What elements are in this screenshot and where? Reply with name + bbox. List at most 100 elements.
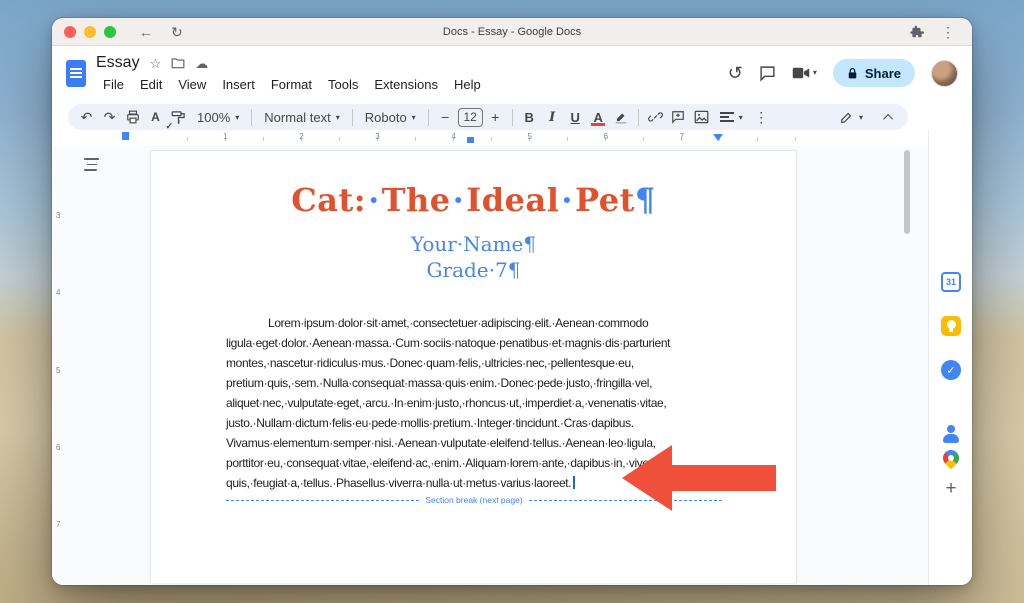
- titlebar: ← ↻ Docs - Essay - Google Docs ⋮: [52, 18, 972, 46]
- more-tools-icon[interactable]: ⋮: [751, 106, 772, 128]
- text-color-button[interactable]: A: [588, 106, 609, 128]
- ruler-number: 3: [375, 132, 379, 141]
- keep-icon[interactable]: [941, 316, 961, 336]
- title-word: Cat:: [291, 181, 366, 219]
- ruler-number: 7: [680, 132, 684, 141]
- menu-insert[interactable]: Insert: [215, 76, 262, 93]
- account-avatar[interactable]: [931, 60, 958, 87]
- share-button[interactable]: Share: [833, 59, 915, 87]
- font-size-input[interactable]: 12: [458, 108, 483, 127]
- chevron-down-icon: ▾: [813, 69, 817, 77]
- document-page[interactable]: Cat:·The·Ideal·Pet¶ Your·Name¶ Grade·7¶ …: [150, 150, 797, 583]
- menu-bar: FileEditViewInsertFormatToolsExtensionsH…: [96, 74, 488, 94]
- move-folder-icon[interactable]: [171, 57, 185, 69]
- ruler-right-indent-marker[interactable]: [713, 134, 723, 141]
- spellcheck-icon[interactable]: A✓: [145, 106, 166, 128]
- title-word: Ideal: [466, 181, 559, 219]
- space-mark: ·: [559, 181, 575, 219]
- align-select[interactable]: ▾: [714, 112, 749, 122]
- ruler-number: 2: [299, 132, 303, 141]
- section-break-dash: [226, 500, 419, 501]
- menu-edit[interactable]: Edit: [133, 76, 169, 93]
- menu-view[interactable]: View: [171, 76, 213, 93]
- meet-video-call-button[interactable]: ▾: [792, 66, 817, 80]
- ruler-number: 5: [56, 366, 60, 375]
- insert-link-icon[interactable]: [645, 106, 666, 128]
- align-left-icon: [720, 112, 734, 122]
- ruler-margin-marker[interactable]: [122, 132, 129, 140]
- pilcrow-mark: ¶: [635, 181, 656, 219]
- zoom-select[interactable]: 100%▾: [191, 110, 245, 125]
- extensions-puzzle-icon[interactable]: [910, 25, 924, 39]
- body-line: montes,·nascetur·ridiculus·mus.·Donec·qu…: [226, 353, 722, 373]
- ruler-tab-stop-marker[interactable]: [467, 137, 474, 143]
- horizontal-ruler[interactable]: 1 2 3 4 5 6 7: [52, 130, 928, 146]
- cloud-status-icon[interactable]: ☁: [195, 57, 208, 70]
- text-cursor: [573, 476, 575, 489]
- title-word: Pet: [575, 181, 635, 219]
- bold-button[interactable]: B: [519, 106, 540, 128]
- window-title: Docs - Essay - Google Docs: [52, 26, 972, 38]
- insert-image-icon[interactable]: [691, 106, 712, 128]
- maps-icon[interactable]: [941, 448, 961, 468]
- menu-extensions[interactable]: Extensions: [367, 76, 445, 93]
- highlight-color-icon[interactable]: [611, 106, 632, 128]
- print-icon[interactable]: [122, 106, 143, 128]
- collapse-menus-button[interactable]: [879, 106, 900, 128]
- chevron-up-icon: [883, 113, 893, 123]
- decrease-font-size-button[interactable]: −: [435, 106, 456, 128]
- ruler-number: 1: [223, 132, 227, 141]
- docs-header: Essay ☆ ☁ FileEditViewInsertFormatToolsE…: [52, 46, 972, 100]
- editing-mode-select[interactable]: ▾: [834, 110, 869, 124]
- share-label: Share: [865, 66, 901, 81]
- menu-tools[interactable]: Tools: [321, 76, 365, 93]
- annotation-arrow: [622, 445, 776, 511]
- section-break-label: Section break (next page): [419, 495, 528, 505]
- document-title[interactable]: Essay: [96, 54, 140, 72]
- toolbar: ↶ ↷ A✓ 100%▾ Normal text▾ Roboto▾ − 12 +…: [68, 104, 908, 130]
- body-line: pretium·quis,·sem.·Nulla·consequat·massa…: [226, 373, 722, 393]
- ruler-number: 3: [56, 211, 60, 220]
- underline-button[interactable]: U: [565, 106, 586, 128]
- space-mark: ·: [366, 181, 382, 219]
- menu-format[interactable]: Format: [264, 76, 319, 93]
- doc-heading: Cat:·The·Ideal·Pet¶: [151, 179, 796, 221]
- tasks-icon[interactable]: ✓: [941, 360, 961, 380]
- menu-help[interactable]: Help: [447, 76, 488, 93]
- redo-icon[interactable]: ↷: [99, 106, 120, 128]
- workspace-side-panel: 31 ✓ + ›: [928, 130, 972, 585]
- doc-byline: Your·Name¶: [151, 231, 796, 257]
- italic-button[interactable]: I: [542, 106, 563, 128]
- paragraph-style-select[interactable]: Normal text▾: [258, 110, 345, 125]
- body-line: aliquet·nec,·vulputate·eget,·arcu.·In·en…: [226, 393, 722, 413]
- pen-icon: [840, 110, 854, 124]
- google-docs-logo-icon[interactable]: [66, 60, 86, 87]
- ruler-number: 6: [56, 443, 60, 452]
- font-select[interactable]: Roboto▾: [359, 110, 422, 125]
- ruler-number: 7: [56, 520, 60, 529]
- body-line: ligula·eget·dolor.·Aenean·massa.·Cum·soc…: [226, 333, 722, 353]
- document-outline-icon[interactable]: [84, 158, 99, 171]
- calendar-icon[interactable]: 31: [941, 272, 961, 292]
- undo-icon[interactable]: ↶: [76, 106, 97, 128]
- ruler-number: 4: [451, 132, 455, 141]
- title-word: The: [382, 181, 451, 219]
- doc-grade: Grade·7¶: [151, 257, 796, 283]
- add-comment-icon[interactable]: [668, 106, 689, 128]
- lock-icon: [847, 67, 858, 80]
- browser-window: ← ↻ Docs - Essay - Google Docs ⋮ Essay ☆…: [52, 18, 972, 585]
- videocam-icon: [792, 66, 810, 80]
- increase-font-size-button[interactable]: +: [485, 106, 506, 128]
- version-history-icon[interactable]: ↺: [728, 64, 743, 82]
- vertical-ruler: 34567: [52, 146, 67, 585]
- contacts-icon[interactable]: [941, 424, 961, 444]
- browser-menu-kebab-icon[interactable]: ⋮: [936, 23, 960, 41]
- ruler-number: 6: [604, 132, 608, 141]
- vertical-scrollbar[interactable]: [904, 150, 910, 234]
- ruler-number: 5: [528, 132, 532, 141]
- comments-icon[interactable]: [759, 65, 776, 82]
- menu-file[interactable]: File: [96, 76, 131, 93]
- space-mark: ·: [451, 181, 467, 219]
- add-addon-button[interactable]: +: [929, 478, 972, 500]
- star-icon[interactable]: ☆: [150, 57, 162, 70]
